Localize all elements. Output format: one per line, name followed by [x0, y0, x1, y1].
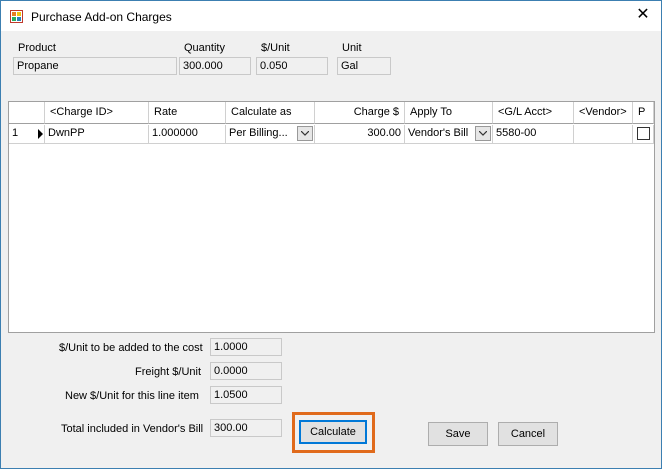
form-icon	[10, 10, 23, 23]
quantity-field: 300.000	[179, 57, 251, 75]
chevron-down-icon	[478, 130, 488, 136]
quantity-label: Quantity	[184, 42, 225, 54]
total-vendor-bill-field: 300.00	[210, 419, 282, 437]
apply-to-value: Vendor's Bill	[408, 127, 469, 139]
close-button[interactable]: ✕	[631, 5, 655, 27]
row-pointer-icon	[38, 129, 43, 139]
charges-grid: <Charge ID> Rate Calculate as Charge $ A…	[8, 101, 655, 333]
save-button[interactable]: Save	[428, 422, 488, 446]
calculate-as-value: Per Billing...	[229, 127, 288, 139]
per-unit-field: 0.050	[256, 57, 328, 75]
window-title: Purchase Add-on Charges	[31, 10, 172, 24]
new-unit-label: New $/Unit for this line item	[65, 390, 199, 402]
product-field: Propane	[13, 57, 177, 75]
column-header-rate[interactable]: Rate	[149, 102, 226, 124]
p-cell[interactable]	[633, 125, 654, 144]
freight-field: 0.0000	[210, 362, 282, 380]
calculate-button[interactable]: Calculate	[299, 420, 367, 444]
unit-field: Gal	[337, 57, 391, 75]
column-header-charge-id[interactable]: <Charge ID>	[45, 102, 149, 124]
product-label: Product	[18, 42, 56, 54]
added-to-cost-field: 1.0000	[210, 338, 282, 356]
unit-label: Unit	[342, 42, 362, 54]
column-header-gl-acct[interactable]: <G/L Acct>	[493, 102, 574, 124]
column-header-vendor[interactable]: <Vendor>	[574, 102, 633, 124]
apply-to-cell[interactable]: Vendor's Bill	[405, 125, 493, 144]
p-checkbox[interactable]	[637, 127, 650, 140]
chevron-down-icon	[300, 130, 310, 136]
apply-to-dropdown[interactable]	[475, 126, 491, 141]
total-vendor-bill-label: Total included in Vendor's Bill	[61, 423, 204, 435]
title-bar: Purchase Add-on Charges ✕	[1, 1, 661, 31]
cancel-button[interactable]: Cancel	[498, 422, 558, 446]
per-unit-label: $/Unit	[261, 42, 290, 54]
close-icon: ✕	[636, 6, 650, 23]
charge-id-cell[interactable]: DwnPP	[45, 125, 149, 144]
column-header-calculate-as[interactable]: Calculate as	[226, 102, 315, 124]
new-unit-field: 1.0500	[210, 386, 282, 404]
charge-cell[interactable]: 300.00	[315, 125, 405, 144]
grid-corner-header	[9, 102, 45, 124]
column-header-charge[interactable]: Charge $	[315, 102, 405, 124]
column-header-apply-to[interactable]: Apply To	[405, 102, 493, 124]
gl-acct-cell[interactable]: 5580-00	[493, 125, 574, 144]
calculate-as-dropdown[interactable]	[297, 126, 313, 141]
added-to-cost-label: $/Unit to be added to the cost	[59, 342, 203, 354]
vendor-cell[interactable]	[574, 125, 633, 144]
freight-label: Freight $/Unit	[135, 366, 202, 378]
purchase-addon-charges-dialog: Purchase Add-on Charges ✕ Product Propan…	[0, 0, 662, 469]
column-header-p[interactable]: P	[633, 102, 654, 124]
rate-cell[interactable]: 1.000000	[149, 125, 226, 144]
calculate-as-cell[interactable]: Per Billing...	[226, 125, 315, 144]
